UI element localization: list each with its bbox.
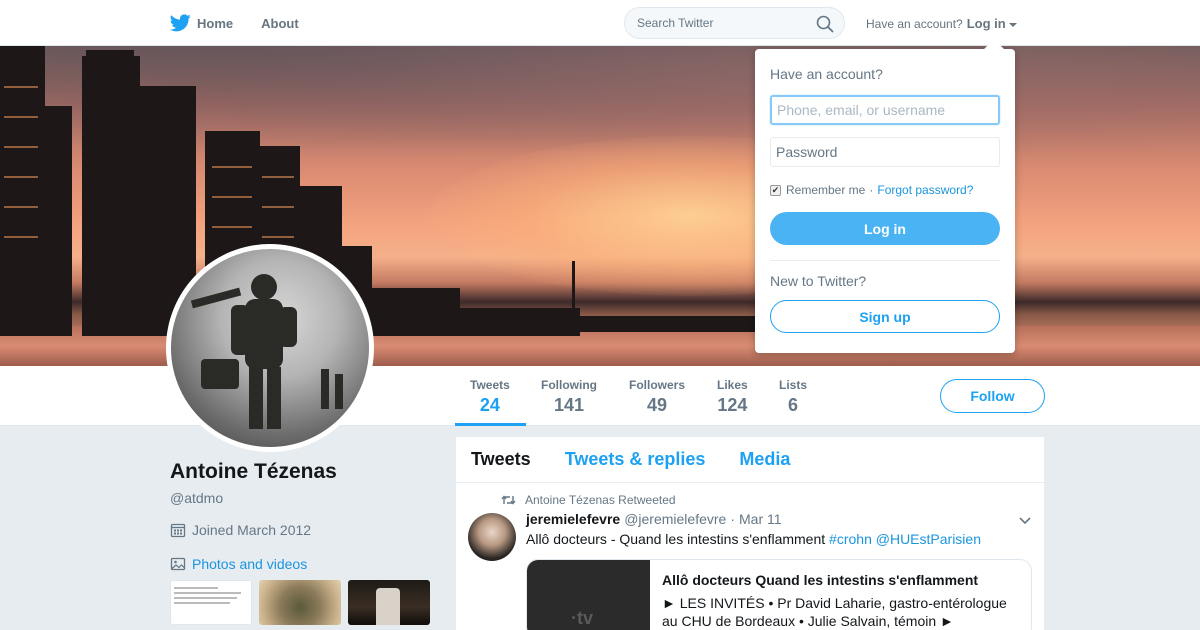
dropdown-divider — [770, 260, 1000, 261]
card-thumbnail-label: ·tv — [571, 608, 593, 628]
image-icon — [170, 557, 186, 571]
account-prompt-text: Have an account? — [866, 16, 963, 31]
nav-home[interactable]: Home — [170, 14, 233, 32]
twitter-bird-icon — [170, 14, 191, 32]
new-to-twitter-text: New to Twitter? — [770, 273, 867, 289]
nav-about-label: About — [261, 15, 299, 31]
signup-button[interactable]: Sign up — [770, 300, 1000, 333]
retweet-context: Antoine Tézenas Retweeted — [501, 493, 676, 507]
tweet-fullname[interactable]: jeremielefevre — [526, 511, 620, 527]
login-dropdown-toggle[interactable]: Log in — [967, 16, 1006, 31]
stat-label: Tweets — [470, 378, 510, 392]
card-description: ► LES INVITÉS • Pr David Laharie, gastro… — [662, 595, 1007, 629]
active-stat-underline — [455, 423, 526, 426]
stat-value: 124 — [717, 395, 748, 415]
password-field[interactable] — [770, 137, 1000, 167]
photos-and-videos-link[interactable]: Photos and videos — [170, 556, 440, 572]
media-thumbnail[interactable] — [259, 580, 341, 625]
avatar-photo — [171, 249, 369, 447]
stat-followers[interactable]: Followers 49 — [629, 378, 685, 416]
caret-down-icon[interactable] — [1008, 22, 1017, 27]
link-card[interactable]: ·tv Allô docteurs Quand les intestins s'… — [526, 559, 1032, 630]
calendar-icon — [170, 523, 186, 538]
stat-value: 6 — [788, 395, 799, 415]
nav-about[interactable]: About — [261, 16, 299, 31]
tab-tweets-and-replies[interactable]: Tweets & replies — [565, 449, 706, 470]
login-dropdown: Have an account? ✔ Remember me · Forgot … — [755, 39, 1015, 353]
stat-value: 24 — [479, 395, 500, 415]
tweet-date[interactable]: Mar 11 — [739, 511, 782, 527]
remember-me-row: ✔ Remember me · Forgot password? — [770, 183, 973, 197]
photos-label: Photos and videos — [192, 556, 308, 572]
stat-label: Followers — [629, 378, 686, 392]
tweet-separator: · — [730, 511, 735, 527]
profile-name[interactable]: Antoine Tézenas — [170, 460, 440, 484]
joined-date: Joined March 2012 — [170, 522, 440, 538]
forgot-password-link[interactable]: Forgot password? — [877, 183, 973, 197]
login-button[interactable]: Log in — [770, 212, 1000, 245]
stat-following[interactable]: Following 141 — [541, 378, 597, 416]
stat-label: Likes — [717, 378, 748, 392]
remember-separator: · — [869, 183, 874, 197]
profile-sidebar: Antoine Tézenas @atdmo Joined March 2012… — [170, 460, 440, 625]
stat-tweets[interactable]: Tweets 24 — [470, 378, 510, 416]
remember-me-label[interactable]: Remember me — [786, 183, 865, 197]
card-title: Allô docteurs Quand les intestins s'enfl… — [662, 572, 979, 588]
tweet-text: Allô docteurs - Quand les intestins s'en… — [526, 531, 981, 547]
search-input[interactable] — [637, 16, 807, 30]
stat-label: Following — [541, 378, 597, 392]
tweet-hashtag[interactable]: #crohn — [829, 531, 872, 547]
media-thumbnail[interactable] — [348, 580, 430, 625]
tweet-mention[interactable]: @HUEstParisien — [876, 531, 981, 547]
media-thumbnails — [170, 580, 440, 625]
retweet-icon — [501, 495, 516, 505]
tweet-header: jeremielefevre @jeremielefevre · Mar 11 — [526, 511, 782, 527]
retweeted-by[interactable]: Antoine Tézenas Retweeted — [525, 493, 676, 507]
search-box — [624, 7, 845, 39]
profile-handle[interactable]: @atdmo — [170, 490, 440, 506]
top-navigation-bar: Home About Have an account? Log in — [0, 0, 1200, 46]
chevron-down-icon[interactable] — [1018, 516, 1032, 526]
tab-media[interactable]: Media — [739, 449, 790, 470]
nav-home-label: Home — [197, 15, 234, 31]
timeline-tabs: Tweets Tweets & replies Media — [456, 437, 1044, 483]
tweet-avatar[interactable] — [468, 513, 516, 561]
stat-value: 141 — [553, 395, 585, 415]
profile-avatar[interactable] — [166, 244, 374, 452]
remember-me-checkbox[interactable]: ✔ — [770, 184, 781, 196]
tab-tweets[interactable]: Tweets — [471, 449, 531, 470]
login-dropdown-title: Have an account? — [770, 66, 883, 82]
stat-label: Lists — [779, 378, 808, 392]
account-prompt: Have an account? Log in — [866, 16, 1017, 31]
timeline: Tweets Tweets & replies Media Antoine Té… — [456, 437, 1044, 630]
search-icon[interactable] — [816, 15, 834, 33]
follow-button[interactable]: Follow — [940, 379, 1045, 413]
tweet-body: Allô docteurs - Quand les intestins s'en… — [526, 531, 826, 547]
stat-likes[interactable]: Likes 124 — [717, 378, 748, 416]
joined-text: Joined March 2012 — [192, 522, 312, 538]
stat-value: 49 — [646, 395, 668, 415]
nav-left: Home About — [170, 0, 327, 46]
avatar-figure — [190, 274, 343, 429]
card-thumbnail: ·tv — [527, 560, 650, 630]
username-field[interactable] — [770, 95, 1000, 125]
tweet-screen-name[interactable]: @jeremielefevre — [624, 511, 726, 527]
media-thumbnail[interactable] — [170, 580, 252, 625]
stat-lists[interactable]: Lists 6 — [779, 378, 807, 416]
